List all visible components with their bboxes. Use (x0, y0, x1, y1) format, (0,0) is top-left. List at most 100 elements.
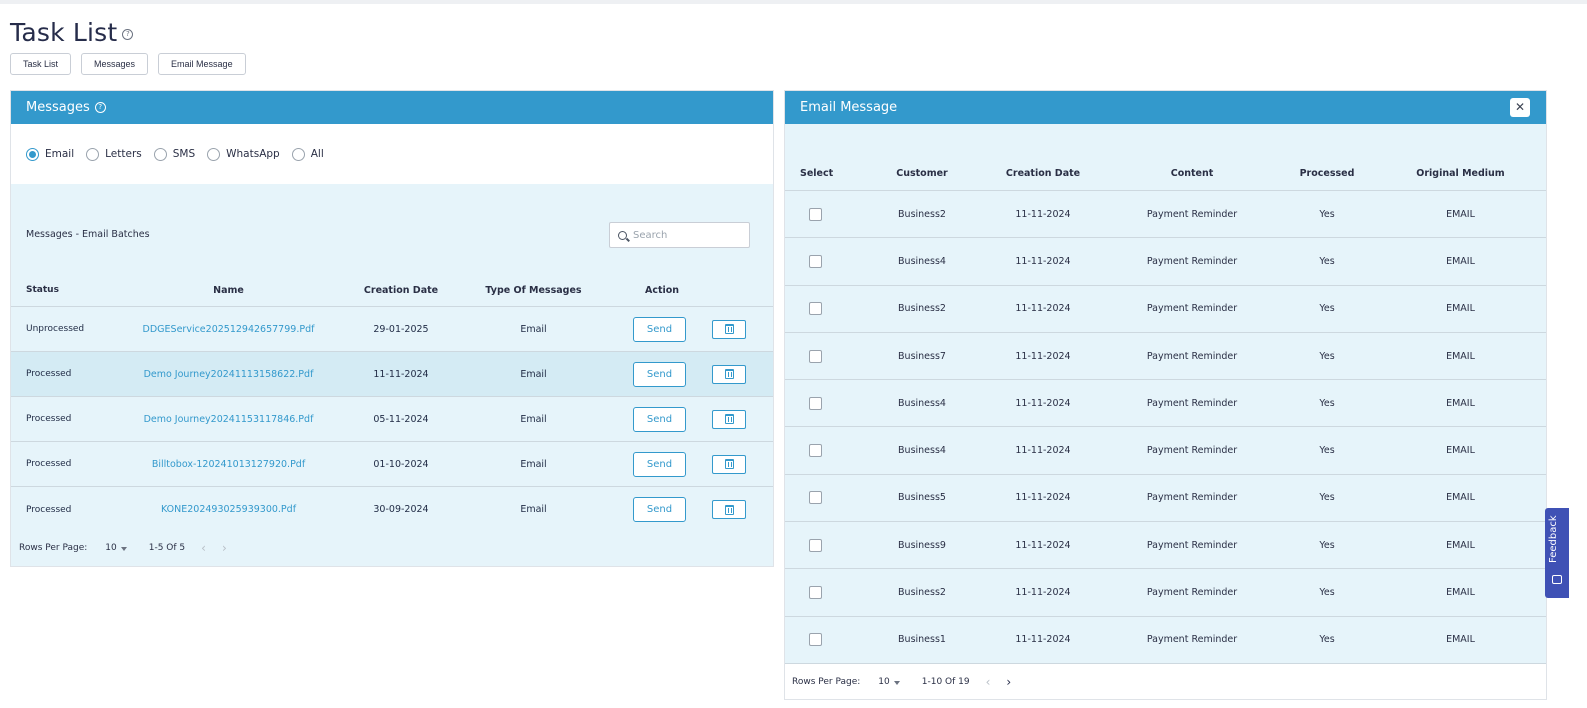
help-icon[interactable]: ? (122, 29, 134, 40)
delete-button[interactable] (712, 319, 746, 339)
file-link[interactable]: DDGEService202512942657799.Pdf (121, 324, 336, 335)
medium-cell: EMAIL (1446, 634, 1475, 646)
column-header-creation-date[interactable]: Creation Date (336, 285, 466, 296)
table-row[interactable]: Business1 11-11-2024 Payment Reminder Yes EM… (785, 617, 1546, 664)
column-header-customer[interactable]: Customer (871, 168, 973, 179)
processed-cell: Yes (1319, 208, 1335, 220)
select-checkbox[interactable] (809, 396, 822, 410)
radio-unchecked-icon[interactable] (153, 147, 167, 161)
radio-unchecked-icon[interactable] (86, 147, 100, 161)
column-header-status[interactable]: Status (11, 285, 121, 295)
table-row[interactable]: Business2 11-11-2024 Payment Reminder Yes EM… (785, 569, 1546, 617)
radio-unchecked-icon[interactable] (207, 147, 221, 161)
select-checkbox[interactable] (809, 254, 822, 268)
delete-button[interactable] (712, 364, 746, 384)
rows-per-page-select[interactable]: 10 (878, 677, 900, 687)
select-checkbox[interactable] (809, 538, 822, 552)
select-checkbox[interactable] (809, 444, 822, 458)
table-row[interactable]: Processed Demo Journey20241153117846.Pdf… (11, 397, 773, 442)
medium-cell: EMAIL (1446, 350, 1475, 362)
column-header-creation-date[interactable]: Creation Date (973, 168, 1113, 179)
table-row[interactable]: Business4 11-11-2024 Payment Reminder Yes EM… (785, 427, 1546, 475)
radio-checked-icon[interactable] (26, 147, 39, 161)
select-checkbox[interactable] (809, 349, 822, 363)
close-icon[interactable]: ✕ (1510, 98, 1530, 117)
select-checkbox[interactable] (809, 586, 822, 600)
radio-email[interactable]: Email (26, 147, 74, 161)
radio-label: SMS (172, 148, 196, 160)
date-cell: 11-11-2024 (1015, 255, 1071, 267)
table-row[interactable]: Processed KONE202493025939300.Pdf 30-09-… (11, 487, 773, 532)
table-row[interactable]: Business2 11-11-2024 Payment Reminder Yes EM… (785, 191, 1546, 239)
delete-button[interactable] (712, 454, 746, 474)
tab-email-message[interactable]: Email Message (158, 53, 246, 75)
radio-all[interactable]: All (291, 147, 324, 161)
select-checkbox[interactable] (809, 633, 822, 647)
page-range: 1-5 Of 5 (148, 543, 186, 553)
send-button[interactable]: Send (633, 316, 686, 342)
processed-cell: Yes (1319, 492, 1335, 504)
column-header-type[interactable]: Type Of Messages (466, 285, 601, 296)
customer-cell: Business5 (898, 492, 946, 504)
column-header-content[interactable]: Content (1113, 168, 1271, 179)
select-checkbox[interactable] (809, 207, 822, 221)
next-page-button[interactable]: › (222, 541, 227, 555)
column-header-select: Select (800, 167, 834, 179)
select-checkbox[interactable] (809, 491, 822, 505)
column-header-name[interactable]: Name (121, 285, 336, 296)
radio-unchecked-icon[interactable] (291, 147, 305, 161)
table-row[interactable]: Unprocessed DDGEService202512942657799.P… (11, 307, 773, 352)
select-checkbox[interactable] (809, 302, 822, 316)
medium-cell: EMAIL (1446, 208, 1475, 220)
customer-cell: Business9 (898, 539, 946, 551)
delete-button[interactable] (712, 500, 746, 519)
file-link[interactable]: KONE202493025939300.Pdf (121, 504, 336, 515)
search-input[interactable]: Search (609, 222, 750, 248)
rows-per-page-value: 10 (105, 543, 117, 553)
send-button[interactable]: Send (633, 497, 686, 522)
tab-task-list[interactable]: Task List (10, 53, 72, 75)
file-link[interactable]: Demo Journey20241113158622.Pdf (121, 369, 336, 380)
date-cell: 11-11-2024 (1015, 350, 1071, 362)
prev-page-button[interactable]: ‹ (201, 541, 206, 555)
send-button[interactable]: Send (633, 451, 686, 477)
send-button[interactable]: Send (633, 406, 686, 432)
tab-bar: Task List Messages Email Message (10, 53, 246, 75)
table-row[interactable]: Business9 11-11-2024 Payment Reminder Yes EM… (785, 522, 1546, 570)
table-row[interactable]: Processed Billtobox-120241013127920.Pdf … (11, 442, 773, 487)
trash-icon (724, 414, 734, 424)
radio-whatsapp[interactable]: WhatsApp (207, 147, 280, 161)
table-row[interactable]: Business5 11-11-2024 Payment Reminder Yes EM… (785, 475, 1546, 523)
medium-cell: EMAIL (1446, 445, 1475, 457)
file-link[interactable]: Demo Journey20241153117846.Pdf (121, 414, 336, 425)
table-row[interactable]: Business7 11-11-2024 Payment Reminder Yes EM… (785, 333, 1546, 381)
table-row[interactable]: Business4 11-11-2024 Payment Reminder Yes EM… (785, 238, 1546, 286)
messages-panel: Messages ? Email Letters SMS WhatsApp Al… (10, 90, 774, 567)
content-cell: Payment Reminder (1146, 208, 1238, 220)
column-header-original-medium[interactable]: Original Medium (1383, 168, 1538, 179)
processed-cell: Yes (1319, 539, 1335, 551)
email-message-panel: Email Message ✕ Select Customer Creation… (784, 90, 1547, 700)
date-cell: 11-11-2024 (1015, 445, 1071, 457)
tab-messages[interactable]: Messages (81, 53, 149, 75)
page-range: 1-10 Of 19 (921, 677, 970, 687)
trash-icon (724, 324, 734, 334)
table-row[interactable]: Business4 11-11-2024 Payment Reminder Yes EM… (785, 380, 1546, 428)
rows-per-page-select[interactable]: 10 (105, 543, 127, 553)
feedback-tab[interactable]: Feedback (1545, 508, 1569, 598)
table-row[interactable]: Business2 11-11-2024 Payment Reminder Yes EM… (785, 286, 1546, 333)
table-row[interactable]: Processed Demo Journey20241113158622.Pdf… (11, 352, 773, 397)
radio-label: Letters (105, 148, 142, 160)
radio-sms[interactable]: SMS (153, 147, 196, 161)
rows-per-page-label: Rows Per Page: (19, 543, 88, 553)
delete-button[interactable] (712, 409, 746, 429)
send-button[interactable]: Send (633, 361, 686, 387)
column-header-processed[interactable]: Processed (1271, 168, 1383, 179)
help-icon[interactable]: ? (94, 102, 106, 113)
prev-page-button[interactable]: ‹ (986, 675, 991, 689)
batch-table-title: Messages - Email Batches (26, 229, 150, 240)
date-cell: 11-11-2024 (1015, 634, 1071, 646)
next-page-button[interactable]: › (1006, 675, 1011, 689)
file-link[interactable]: Billtobox-120241013127920.Pdf (121, 459, 336, 470)
radio-letters[interactable]: Letters (86, 147, 142, 161)
